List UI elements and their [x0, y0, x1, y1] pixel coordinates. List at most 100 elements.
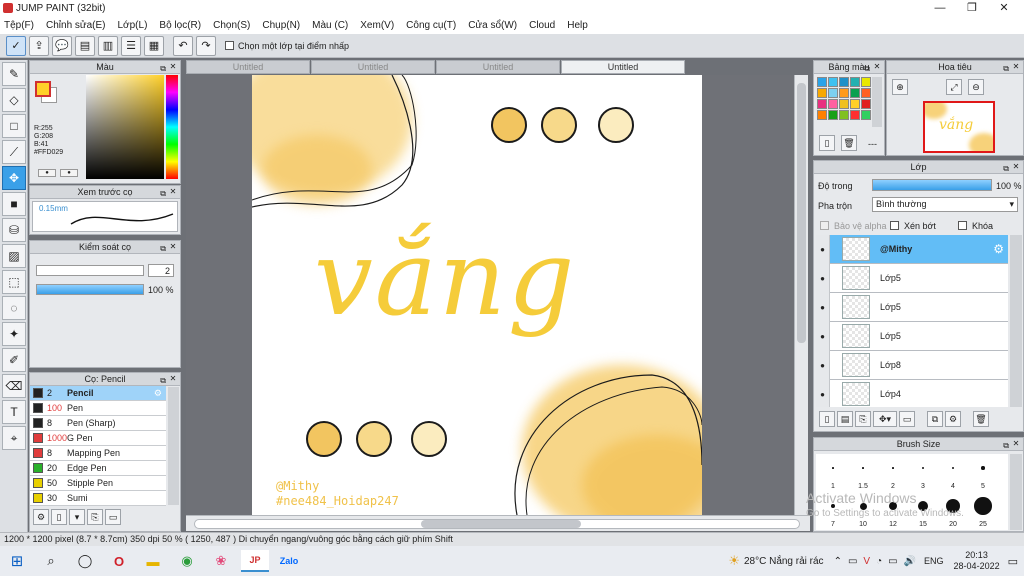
layer-opacity-slider[interactable] [872, 179, 992, 191]
redo-icon[interactable]: ↷ [196, 35, 216, 56]
layer-row[interactable]: ● Lớp4 [816, 379, 1008, 407]
color-swatch[interactable] [850, 77, 860, 87]
swatch-add-icon[interactable]: ▯ [819, 135, 835, 151]
color-swap-button[interactable]: ● [38, 169, 56, 177]
detach-icon[interactable]: ⧉ [160, 62, 166, 75]
color-swatch[interactable] [828, 88, 838, 98]
gradient-tool-icon[interactable]: ▨ [2, 244, 26, 268]
brush-item[interactable]: 8 Mapping Pen [30, 446, 166, 461]
close-icon[interactable]: ✕ [168, 62, 178, 72]
menu-select[interactable]: Chọn(S) [213, 20, 250, 31]
layer-row[interactable]: ● Lớp8 [816, 350, 1008, 380]
layer-settings-gear-icon[interactable]: ⚙ [993, 242, 1004, 256]
layer-visibility-icon[interactable]: ● [816, 350, 830, 380]
color-swatch[interactable] [861, 77, 871, 87]
close-icon[interactable]: ✕ [872, 62, 882, 72]
color-swatch[interactable] [828, 110, 838, 120]
menu-window[interactable]: Cửa sổ(W) [468, 20, 517, 31]
pen-tool-icon[interactable]: ✎ [2, 62, 26, 86]
brush-size-cell[interactable]: 25 [970, 492, 996, 528]
lock-checkbox[interactable] [958, 221, 967, 230]
detach-icon[interactable]: ⧉ [160, 187, 166, 200]
brush-item[interactable]: 50 Stipple Pen [30, 476, 166, 491]
color-gradient-square[interactable] [86, 75, 164, 179]
tab-untitled-3[interactable]: Untitled [436, 60, 560, 74]
rectangle-tool-icon[interactable]: □ [2, 114, 26, 138]
lasso-tool-icon[interactable]: ◌ [2, 296, 26, 320]
text-tool-icon[interactable]: T [2, 400, 26, 424]
zoom-in-icon[interactable]: ⊕ [892, 79, 908, 95]
chrome-icon[interactable]: ◉ [173, 550, 201, 572]
canvas-vertical-scrollbar[interactable] [794, 75, 808, 515]
search-icon[interactable]: ⌕ [37, 550, 65, 572]
list-icon[interactable]: ☰ [121, 35, 141, 56]
color-swatch[interactable] [861, 88, 871, 98]
brush-item[interactable]: 2 Pencil ⚙ [30, 386, 166, 401]
brush-size-input[interactable]: 2 [148, 264, 174, 277]
paint-app-icon[interactable]: ❀ [207, 550, 235, 572]
new-layer-icon[interactable]: ▯ [819, 411, 835, 427]
brush-folder-icon[interactable]: ▭ [105, 509, 121, 525]
layer-visibility-icon[interactable]: ● [816, 235, 830, 264]
swatch-scrollbar[interactable] [872, 77, 882, 127]
brush-item[interactable]: 1000 G Pen [30, 431, 166, 446]
swatch-delete-icon[interactable]: 🗑 [841, 135, 857, 151]
color-swatch[interactable] [861, 99, 871, 109]
menu-edit[interactable]: Chỉnh sửa(E) [46, 20, 106, 31]
maximize-icon[interactable]: ❐ [956, 0, 988, 16]
close-icon[interactable]: ✕ [1011, 162, 1021, 172]
weather-text[interactable]: 28°C Nắng rải rác [744, 556, 824, 567]
layer-visibility-icon[interactable]: ● [816, 379, 830, 407]
tab-untitled-2[interactable]: Untitled [311, 60, 435, 74]
grid-icon[interactable]: ▦ [144, 35, 164, 56]
layer-visibility-icon[interactable]: ● [816, 321, 830, 351]
brush-size-cell[interactable]: 5 [970, 454, 996, 490]
layer-visibility-icon[interactable]: ● [816, 263, 830, 293]
weather-icon[interactable]: ☀ [728, 553, 740, 569]
tab-untitled-4[interactable]: Untitled [561, 60, 685, 74]
show-hidden-icons[interactable]: ⌃ [834, 556, 842, 567]
layer-row[interactable]: ● Lớp5 [816, 263, 1008, 293]
canvas-horizontal-scrollbar[interactable] [186, 515, 810, 531]
speech-bubble-icon[interactable]: 💬 [52, 35, 72, 56]
brush-size-cell[interactable]: 1.5 [850, 454, 876, 490]
color-swatch[interactable] [861, 110, 871, 120]
detach-icon[interactable]: ⧉ [160, 242, 166, 255]
close-icon[interactable]: ✕ [1011, 62, 1021, 72]
menu-capture[interactable]: Chụp(N) [262, 20, 300, 31]
brush-size-cell[interactable]: 4 [940, 454, 966, 490]
menu-tools[interactable]: Công cụ(T) [406, 20, 456, 31]
color-swatch[interactable] [817, 77, 827, 87]
brush-item[interactable]: 8 Pen (Sharp) [30, 416, 166, 431]
language-indicator[interactable]: ENG [924, 556, 944, 566]
brush-size-cell[interactable]: 1 [820, 454, 846, 490]
clip-checkbox[interactable] [890, 221, 899, 230]
layer-folder-icon[interactable]: ▭ [899, 411, 915, 427]
select-eraser-tool-icon[interactable]: ⌫ [2, 374, 26, 398]
brush-menu-icon[interactable]: ▾ [69, 509, 85, 525]
fit-view-icon[interactable]: ⤢ [946, 79, 962, 95]
tab-untitled-1[interactable]: Untitled [186, 60, 310, 74]
magic-wand-tool-icon[interactable]: ✦ [2, 322, 26, 346]
protect-alpha-checkbox[interactable] [820, 221, 829, 230]
color-swatch[interactable] [850, 110, 860, 120]
delete-layer-icon[interactable]: 🗑 [973, 411, 989, 427]
brush-list-scrollbar[interactable] [168, 387, 179, 505]
minimize-icon[interactable]: — [924, 0, 956, 16]
canvas-horizontal-thumb[interactable] [421, 520, 581, 528]
menu-color[interactable]: Màu (C) [312, 20, 348, 31]
export-icon[interactable]: ⇪ [29, 35, 49, 56]
tray-app-icon-3[interactable]: ◔ [876, 556, 882, 567]
layer-row[interactable]: ● Lớp5 [816, 321, 1008, 351]
new-brush-icon[interactable]: ▯ [51, 509, 67, 525]
tray-app-icon-2[interactable]: V [863, 556, 870, 567]
zalo-icon[interactable]: Zalo [275, 550, 303, 572]
bucket-tool-icon[interactable]: ⛁ [2, 218, 26, 242]
volume-icon[interactable]: 🔊 [904, 556, 916, 567]
eyedropper-tool-icon[interactable]: ⌖ [2, 426, 26, 450]
close-icon[interactable]: ✕ [1011, 439, 1021, 449]
brush-item[interactable]: 30 Sumi [30, 491, 166, 506]
copy-layer-icon[interactable]: ⎘ [855, 411, 871, 427]
layer-row[interactable]: ● Lớp5 [816, 292, 1008, 322]
color-swatch[interactable] [817, 88, 827, 98]
